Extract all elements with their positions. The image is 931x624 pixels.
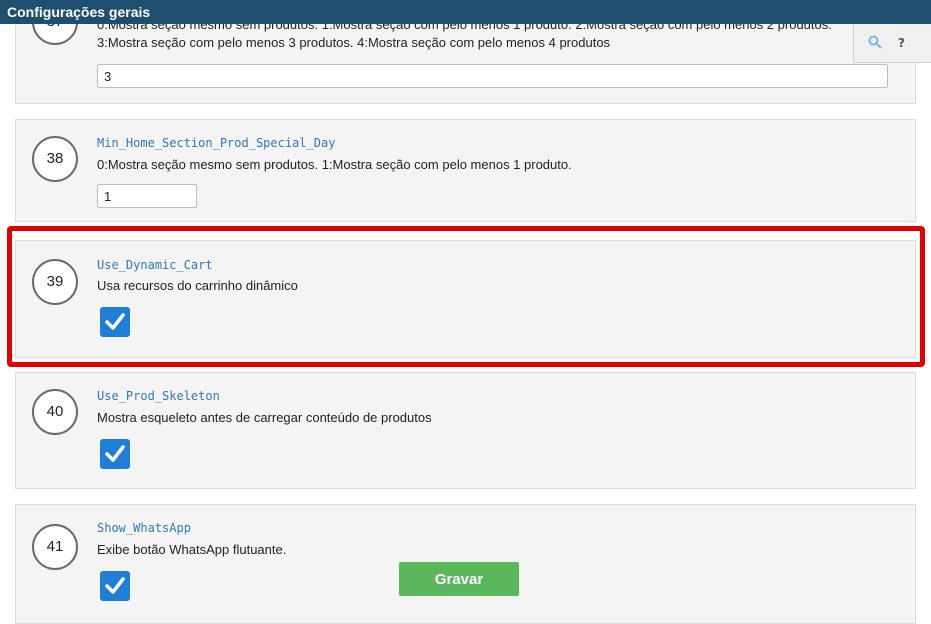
highlight-box (7, 226, 925, 367)
window-titlebar: Configurações gerais (0, 0, 931, 24)
checkmark-icon (105, 577, 125, 594)
setting-description: Mostra esqueleto antes de carregar conte… (97, 410, 432, 425)
setting-key: Use_Prod_Skeleton (97, 389, 220, 403)
checkmark-icon (105, 445, 125, 462)
toolbar: ? (853, 24, 931, 63)
setting-value-input[interactable]: 1 (97, 184, 197, 208)
setting-description: 0:Mostra seção mesmo sem produtos. 1:Mos… (97, 157, 572, 172)
window-title: Configurações gerais (7, 4, 151, 20)
save-button[interactable]: Gravar (399, 562, 519, 596)
setting-checkbox[interactable] (100, 571, 130, 601)
setting-card-40: 40 Use_Prod_Skeleton Mostra esqueleto an… (15, 372, 916, 489)
search-icon[interactable] (868, 35, 882, 49)
help-icon[interactable]: ? (898, 36, 905, 50)
setting-number: 41 (32, 524, 78, 570)
setting-key: Min_Home_Section_Prod_Special_Day (97, 136, 336, 150)
setting-key: Show_WhatsApp (97, 521, 191, 535)
setting-description: Exibe botão WhatsApp flutuante. (97, 542, 287, 557)
setting-checkbox[interactable] (100, 439, 130, 469)
setting-number: 40 (32, 389, 78, 435)
setting-number: 38 (32, 136, 78, 182)
setting-value-input[interactable]: 3 (97, 64, 888, 88)
setting-card-38: 38 Min_Home_Section_Prod_Special_Day 0:M… (15, 119, 916, 222)
